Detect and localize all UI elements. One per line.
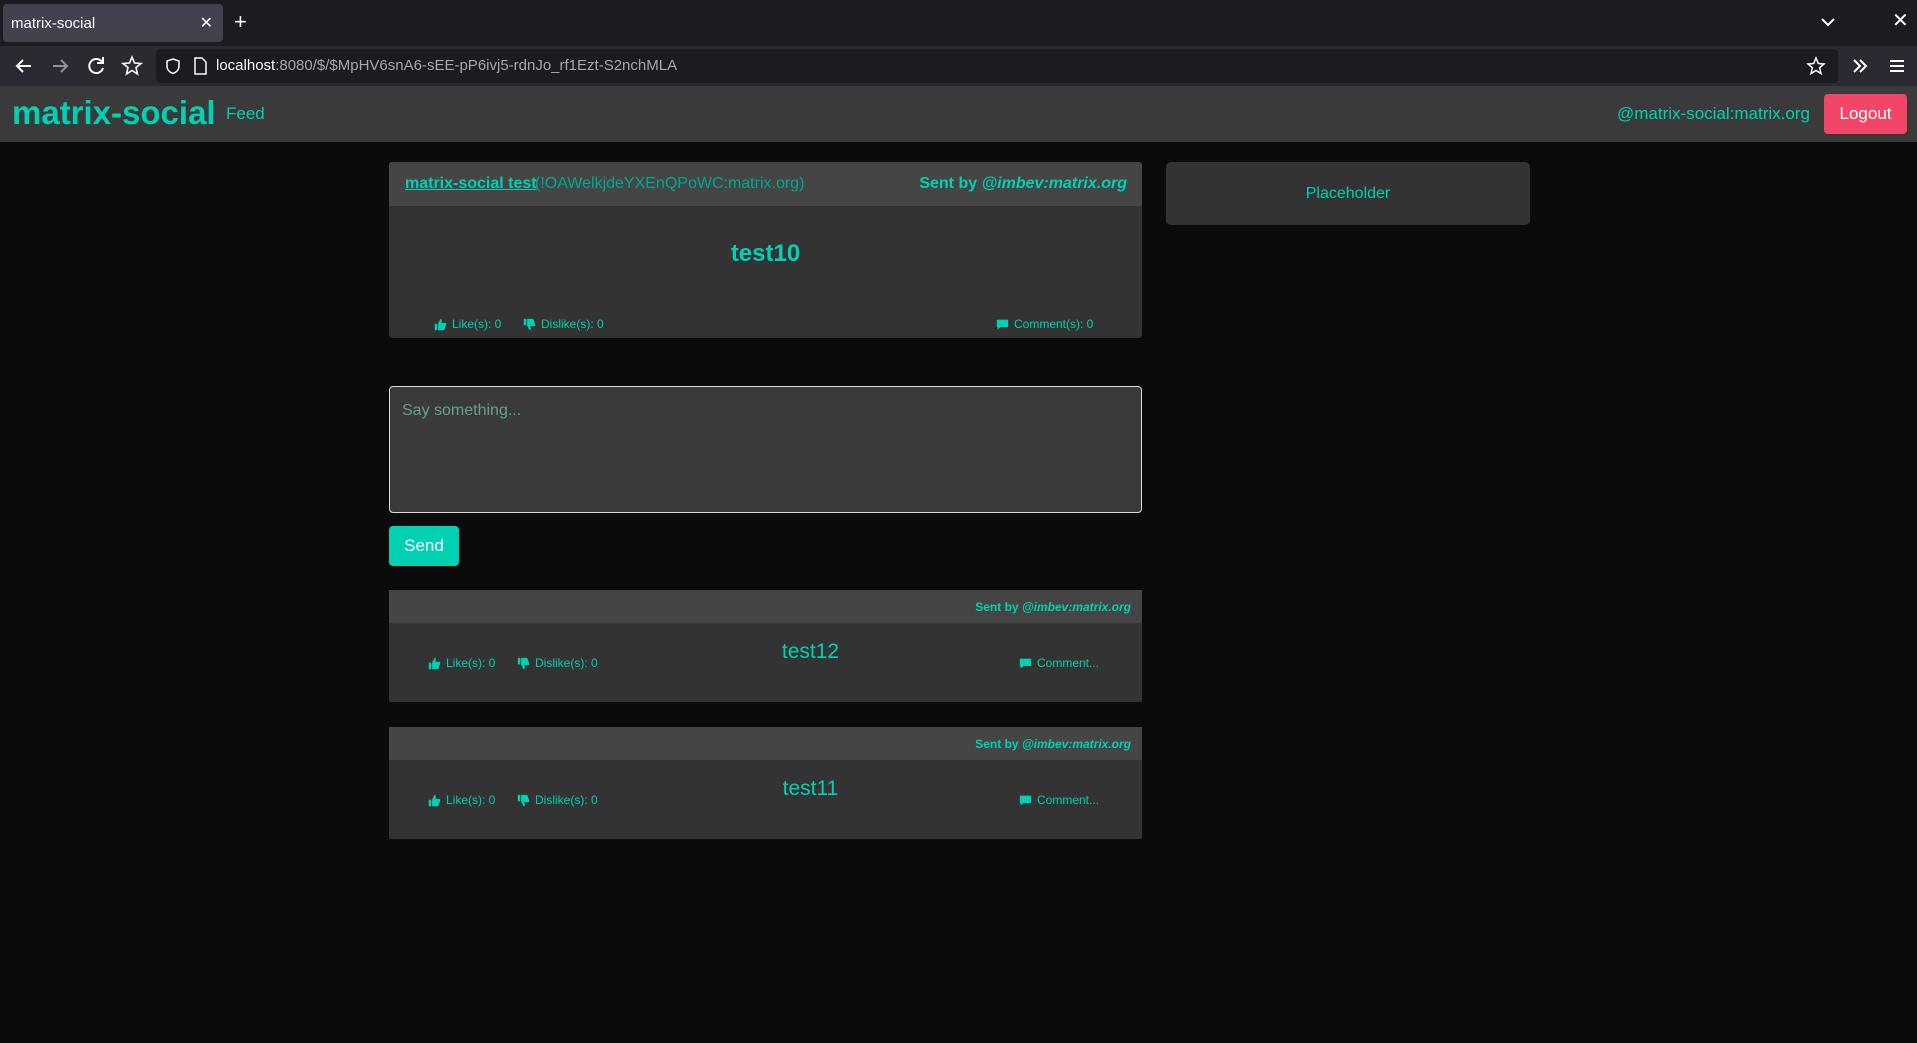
app-header: matrix-social Feed @matrix-social:matrix… <box>0 86 1917 142</box>
comment-reply-label: Comment... <box>1037 793 1100 807</box>
dislike-button[interactable]: Dislike(s): 0 <box>523 317 604 331</box>
post-header: matrix-social test (!OAWelkjdeYXEnQPoWC:… <box>389 162 1142 206</box>
sidebar-placeholder-label: Placeholder <box>1305 185 1391 202</box>
nav-feed-link[interactable]: Feed <box>226 104 265 124</box>
url-text[interactable]: localhost:8080/$/$MpHV6snA6-sEE-pP6ivj5-… <box>216 57 677 74</box>
chevron-down-icon[interactable] <box>1818 12 1838 32</box>
logout-button[interactable]: Logout <box>1824 94 1907 134</box>
post-sent-by: Sent by @imbev:matrix.org <box>919 175 1127 193</box>
new-tab-icon[interactable]: + <box>234 8 247 36</box>
sent-by-user[interactable]: @imbev:matrix.org <box>1022 600 1131 614</box>
pocket-icon[interactable] <box>120 54 144 78</box>
sent-by-prefix: Sent by <box>975 737 1019 751</box>
browser-nav-bar: localhost:8080/$/$MpHV6snA6-sEE-pP6ivj5-… <box>0 46 1917 86</box>
url-bar[interactable]: localhost:8080/$/$MpHV6snA6-sEE-pP6ivj5-… <box>156 49 1838 83</box>
back-icon[interactable] <box>12 54 36 78</box>
comment-reply-button[interactable]: Comment... <box>1019 793 1099 807</box>
thumbs-down-icon <box>523 318 536 330</box>
url-path: :8080/$/$MpHV6snA6-sEE-pP6ivj5-rdnJo_rf1… <box>275 57 678 74</box>
sent-by-prefix: Sent by <box>919 175 978 192</box>
room-id: (!OAWelkjdeYXEnQPoWC:matrix.org) <box>535 175 805 192</box>
url-host: localhost <box>216 57 276 74</box>
window-close-icon[interactable]: ✕ <box>1892 8 1909 33</box>
tab-close-icon[interactable]: ✕ <box>200 13 213 33</box>
send-button[interactable]: Send <box>389 526 459 566</box>
comment-icon <box>1019 795 1032 805</box>
comment-icon <box>1019 658 1032 668</box>
like-button[interactable]: Like(s): 0 <box>434 317 501 331</box>
comment-header: Sent by @imbev:matrix.org <box>389 590 1142 623</box>
forward-icon[interactable] <box>48 54 72 78</box>
sidebar-placeholder-box: Placeholder <box>1166 162 1530 225</box>
comment-reply-label: Comment... <box>1037 656 1100 670</box>
user-id-link[interactable]: @matrix-social:matrix.org <box>1617 104 1810 124</box>
comment-header: Sent by @imbev:matrix.org <box>389 727 1142 760</box>
comment-card: Sent by @imbev:matrix.org Like(s): 0 Dis… <box>389 590 1142 702</box>
post-title: test10 <box>730 240 801 267</box>
comment-count: Comment(s): 0 <box>1014 317 1094 331</box>
sent-by-prefix: Sent by <box>975 600 1019 614</box>
comment-textarea[interactable]: Say something... <box>389 386 1142 513</box>
browser-tab[interactable]: matrix-social ✕ <box>3 4 223 42</box>
comments-button[interactable]: Comment(s): 0 <box>996 317 1093 331</box>
post-card: matrix-social test (!OAWelkjdeYXEnQPoWC:… <box>389 162 1142 338</box>
page-icon <box>194 57 207 75</box>
sent-by-user[interactable]: @imbev:matrix.org <box>1022 737 1131 751</box>
comment-reply-button[interactable]: Comment... <box>1019 656 1099 670</box>
reload-icon[interactable] <box>84 54 108 78</box>
sent-by-user[interactable]: @imbev:matrix.org <box>982 175 1127 192</box>
comment-icon <box>996 319 1009 329</box>
thumbs-up-icon <box>434 318 447 330</box>
comment-sent-by: Sent by @imbev:matrix.org <box>975 600 1131 614</box>
comment-placeholder: Say something... <box>402 402 522 419</box>
tab-title: matrix-social <box>11 15 96 32</box>
room-name-link[interactable]: matrix-social test <box>405 175 537 193</box>
dislike-count: Dislike(s): 0 <box>541 317 604 331</box>
comment-card: Sent by @imbev:matrix.org Like(s): 0 Dis… <box>389 727 1142 839</box>
shield-icon[interactable] <box>164 57 182 75</box>
overflow-chevron-icon[interactable] <box>1848 54 1872 78</box>
hamburger-menu-icon[interactable] <box>1885 54 1909 78</box>
bookmark-star-icon[interactable] <box>1806 56 1826 76</box>
brand-logo[interactable]: matrix-social <box>12 94 216 132</box>
like-count: Like(s): 0 <box>452 317 502 331</box>
browser-tab-bar: matrix-social ✕ + ✕ <box>0 0 1917 46</box>
comment-sent-by: Sent by @imbev:matrix.org <box>975 737 1131 751</box>
